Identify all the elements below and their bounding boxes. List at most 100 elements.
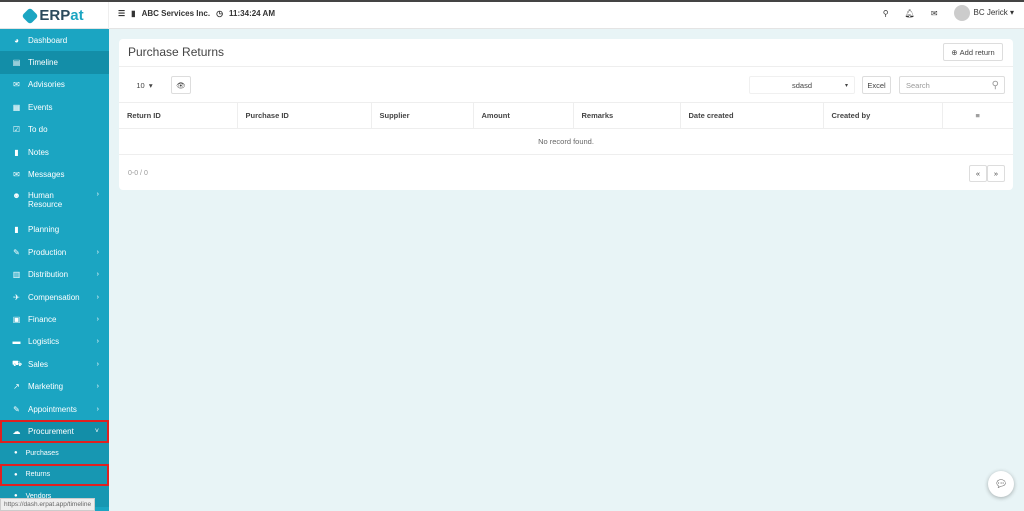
sidebar-item-distribution[interactable]: ▥ Distribution › bbox=[0, 264, 109, 286]
sidebar-item-marketing[interactable]: ↗ Marketing › bbox=[0, 375, 109, 397]
to-do-icon: ☑ bbox=[12, 125, 21, 135]
filter-value: sdasd bbox=[791, 80, 812, 90]
sidebar-subitem-purchases[interactable]: ● Purchases bbox=[0, 442, 109, 465]
user-menu[interactable]: BC Jerick ▾ bbox=[953, 5, 1014, 21]
planning-icon: ▮ bbox=[14, 225, 19, 235]
excel-button[interactable]: Excel bbox=[862, 76, 891, 94]
sidebar-item-compensation[interactable]: ✈ Compensation › bbox=[0, 286, 109, 308]
chat-button[interactable]: 💬︎ bbox=[988, 471, 1014, 497]
chevron-down-icon: ˅ bbox=[94, 427, 99, 435]
col-remarks[interactable]: Remarks bbox=[573, 102, 681, 129]
col-date-created[interactable]: Date created bbox=[680, 102, 824, 129]
logo-accent: at bbox=[70, 7, 84, 24]
table-header: Return ID Purchase ID Supplier Amount Re… bbox=[119, 102, 1013, 129]
col-created-by[interactable]: Created by bbox=[823, 102, 943, 129]
production-icon: ✎ bbox=[13, 247, 20, 257]
sidebar-item-messages[interactable]: ✉ Messages bbox=[0, 163, 109, 185]
sidebar-item-label: Compensation bbox=[28, 292, 80, 302]
add-return-label: Add return bbox=[959, 47, 995, 57]
bullet-icon: ● bbox=[14, 450, 18, 457]
sidebar-item-label: Human Resource bbox=[28, 190, 63, 209]
add-return-button[interactable]: ⊕ Add return bbox=[943, 43, 1003, 61]
col-supplier[interactable]: Supplier bbox=[371, 102, 474, 129]
sidebar-item-label: Marketing bbox=[28, 382, 64, 392]
procurement-icon: ☁ bbox=[12, 426, 21, 436]
logo-icon bbox=[21, 7, 39, 24]
sidebar-item-label: Sales bbox=[28, 359, 49, 369]
sidebar-subitem-label: Returns bbox=[25, 471, 51, 479]
sidebar-item-appointments[interactable]: ✎ Appointments › bbox=[0, 398, 109, 420]
finance-icon: ▣ bbox=[12, 314, 21, 324]
messages-icon: ✉ bbox=[13, 170, 20, 180]
clock-time: 11:34:24 AM bbox=[229, 9, 275, 18]
sidebar-item-label: To do bbox=[28, 125, 48, 135]
user-name: BC Jerick bbox=[973, 8, 1008, 18]
page-size-select[interactable]: 10 ▾ bbox=[128, 76, 161, 94]
search-icon: ⚲ bbox=[991, 79, 999, 91]
sidebar-item-label: Timeline bbox=[28, 58, 58, 68]
sidebar-item-advisories[interactable]: ✉ Advisories bbox=[0, 74, 109, 96]
purchase-returns-card: Purchase Returns ⊕ Add return 10 ▾ 👁︎ sd… bbox=[119, 39, 1013, 190]
next-page-button[interactable]: » bbox=[987, 165, 1005, 182]
sidebar-item-timeline[interactable]: ▤ Timeline bbox=[0, 51, 109, 74]
bullet-icon: ● bbox=[14, 471, 18, 478]
chat-icon: 💬︎ bbox=[994, 478, 1008, 490]
events-icon: ▦ bbox=[12, 102, 21, 112]
logistics-icon: ▬ bbox=[12, 337, 21, 347]
sidebar-item-logistics[interactable]: ▬ Logistics › bbox=[0, 331, 109, 353]
sidebar-item-procurement[interactable]: ☁ Procurement ˅ bbox=[0, 420, 109, 443]
sidebar-item-label: Production bbox=[28, 247, 67, 257]
company-name: ABC Services Inc. bbox=[141, 9, 211, 18]
sidebar-item-production[interactable]: ✎ Production › bbox=[0, 241, 109, 263]
search-input[interactable]: Search ⚲ bbox=[899, 76, 1005, 94]
building-icon: ▮ bbox=[131, 9, 136, 18]
sidebar-item-label: Dashboard bbox=[28, 35, 68, 45]
col-purchase-id[interactable]: Purchase ID bbox=[237, 102, 372, 129]
logo-text: ERP bbox=[39, 7, 71, 24]
search-icon[interactable]: ⚲ bbox=[883, 9, 889, 18]
column-options-icon[interactable]: ≡ bbox=[942, 102, 1013, 129]
sidebar-item-finance[interactable]: ▣ Finance › bbox=[0, 308, 109, 330]
sidebar-subitem-returns[interactable]: ● Returns bbox=[0, 464, 109, 486]
notes-icon: ▮ bbox=[14, 147, 19, 157]
appointments-icon: ✎ bbox=[13, 404, 20, 414]
sidebar-item-label: Procurement bbox=[28, 426, 74, 436]
page-title: Purchase Returns bbox=[128, 45, 225, 59]
chevron-right-icon: › bbox=[96, 271, 99, 279]
sidebar-item-human-resource[interactable]: ☻ Human Resource › bbox=[0, 186, 109, 219]
sidebar-item-events[interactable]: ▦ Events bbox=[0, 96, 109, 118]
eye-icon: 👁︎ bbox=[176, 80, 186, 90]
distribution-icon: ▥ bbox=[12, 270, 21, 280]
filter-select[interactable]: sdasd ▾ bbox=[749, 76, 855, 94]
returns-table: Return ID Purchase ID Supplier Amount Re… bbox=[119, 102, 1013, 155]
menu-toggle-icon[interactable]: ☰ bbox=[118, 9, 125, 18]
sidebar-item-label: Planning bbox=[28, 225, 60, 235]
human-resource-icon: ☻ bbox=[12, 190, 21, 200]
chevron-down-icon: ▾ bbox=[844, 82, 848, 89]
column-visibility-button[interactable]: 👁︎ bbox=[171, 76, 191, 94]
timeline-icon: ▤ bbox=[12, 58, 21, 68]
sidebar-item-label: Messages bbox=[28, 170, 65, 180]
clock-icon: ◷ bbox=[216, 9, 224, 18]
col-return-id[interactable]: Return ID bbox=[119, 102, 238, 129]
col-amount[interactable]: Amount bbox=[473, 102, 574, 129]
dashboard-icon: ◕ bbox=[14, 35, 19, 45]
sidebar-item-label: Distribution bbox=[28, 270, 69, 280]
sidebar-subitem-label: Purchases bbox=[25, 449, 59, 457]
sidebar-item-notes[interactable]: ▮ Notes bbox=[0, 141, 109, 163]
logo[interactable]: ERP at bbox=[0, 2, 109, 29]
sidebar-item-to-do[interactable]: ☑ To do bbox=[0, 119, 109, 141]
search-placeholder: Search bbox=[906, 80, 930, 90]
mail-icon[interactable]: ✉ bbox=[931, 9, 938, 18]
sidebar-item-label: Notes bbox=[28, 147, 49, 157]
prev-page-button[interactable]: « bbox=[969, 165, 987, 182]
sidebar-item-planning[interactable]: ▮ Planning bbox=[0, 219, 109, 241]
sales-icon: ⛟ bbox=[12, 359, 23, 369]
status-bar-url: https://dash.erpat.app/timeline bbox=[0, 498, 96, 511]
sidebar-item-label: Logistics bbox=[28, 337, 60, 347]
sidebar-item-sales[interactable]: ⛟ Sales › bbox=[0, 353, 109, 375]
bell-icon[interactable]: 🔔︎ bbox=[905, 9, 915, 18]
pagination-info: 0-0 / 0 bbox=[128, 170, 148, 177]
sidebar-item-dashboard[interactable]: ◕ Dashboard bbox=[0, 29, 109, 51]
page-size-value: 10 bbox=[136, 80, 145, 90]
